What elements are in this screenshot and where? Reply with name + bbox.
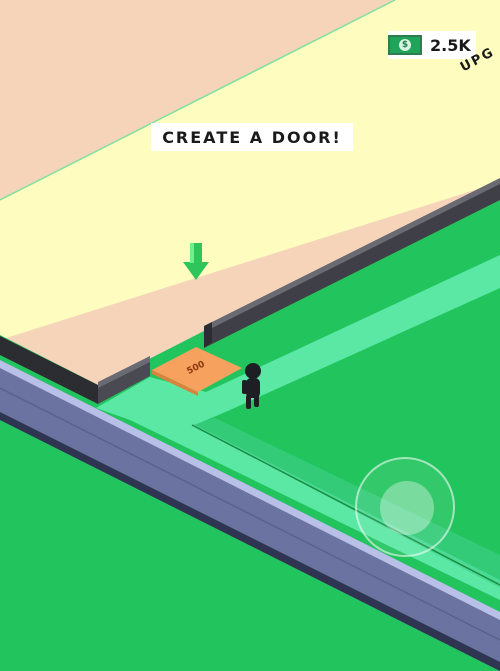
virtual-joystick[interactable] xyxy=(355,457,455,557)
joystick-knob[interactable] xyxy=(380,481,434,535)
money-bill-icon: $ xyxy=(388,35,422,55)
game-scene: 500 xyxy=(0,0,500,671)
money-amount: 2.5K xyxy=(430,35,471,55)
game-viewport[interactable]: 500 $ 2.5K CREATE A DOOR! UPG xyxy=(0,0,500,671)
objective-banner: CREATE A DOOR! xyxy=(151,123,353,151)
money-counter: $ 2.5K xyxy=(388,31,476,59)
